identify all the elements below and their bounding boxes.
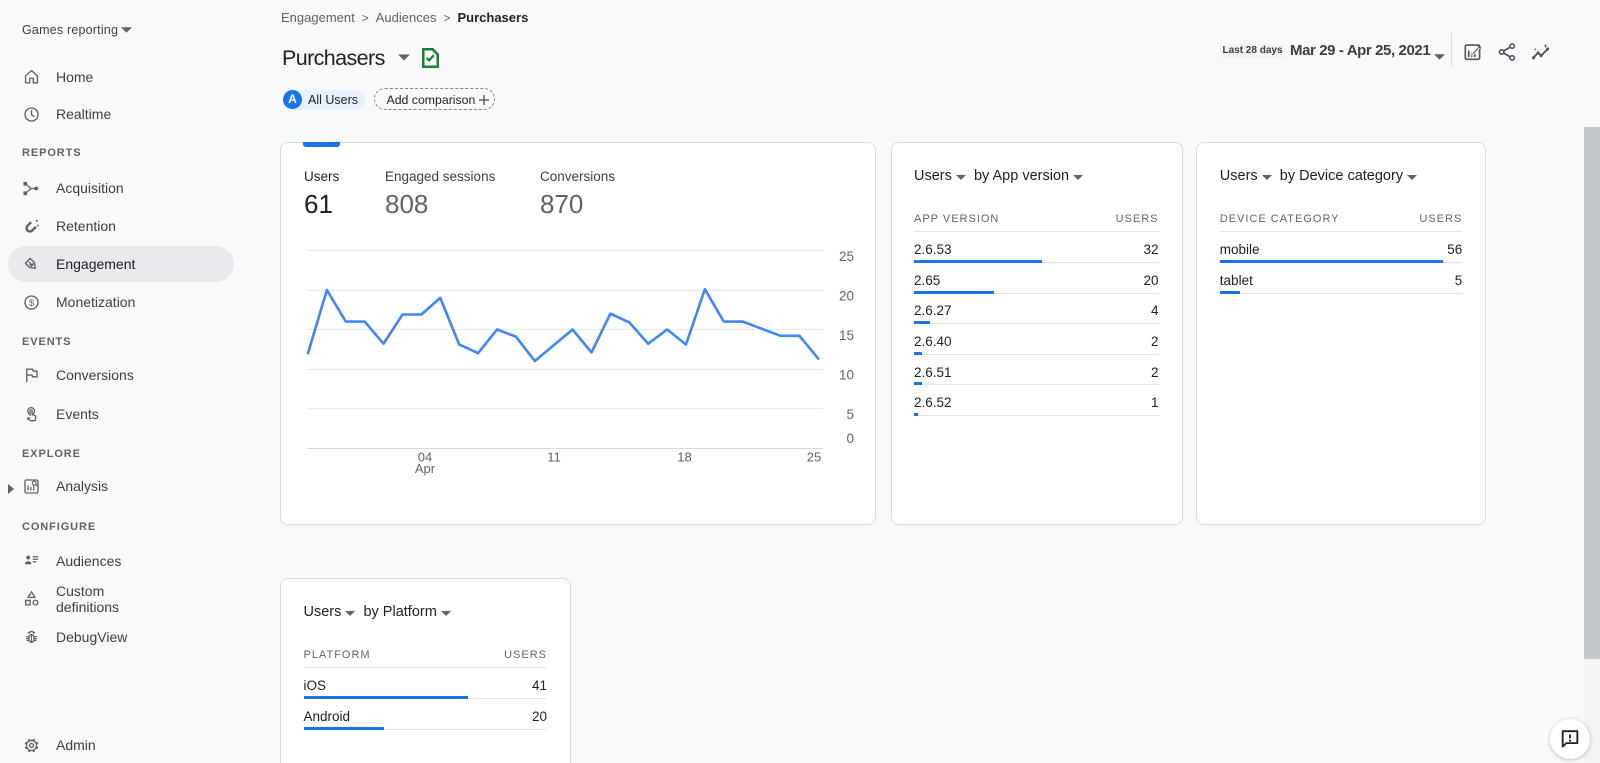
svg-text:20: 20 [839, 288, 854, 303]
svg-text:15: 15 [839, 328, 854, 343]
svg-text:Apr: Apr [415, 461, 436, 476]
svg-text:$: $ [29, 298, 34, 308]
svg-text:0: 0 [846, 431, 854, 446]
svg-text:25: 25 [839, 249, 854, 264]
svg-text:11: 11 [547, 449, 561, 464]
svg-text:25: 25 [807, 449, 821, 464]
svg-text:18: 18 [677, 449, 691, 464]
svg-text:10: 10 [839, 367, 854, 382]
svg-text:5: 5 [846, 407, 854, 422]
